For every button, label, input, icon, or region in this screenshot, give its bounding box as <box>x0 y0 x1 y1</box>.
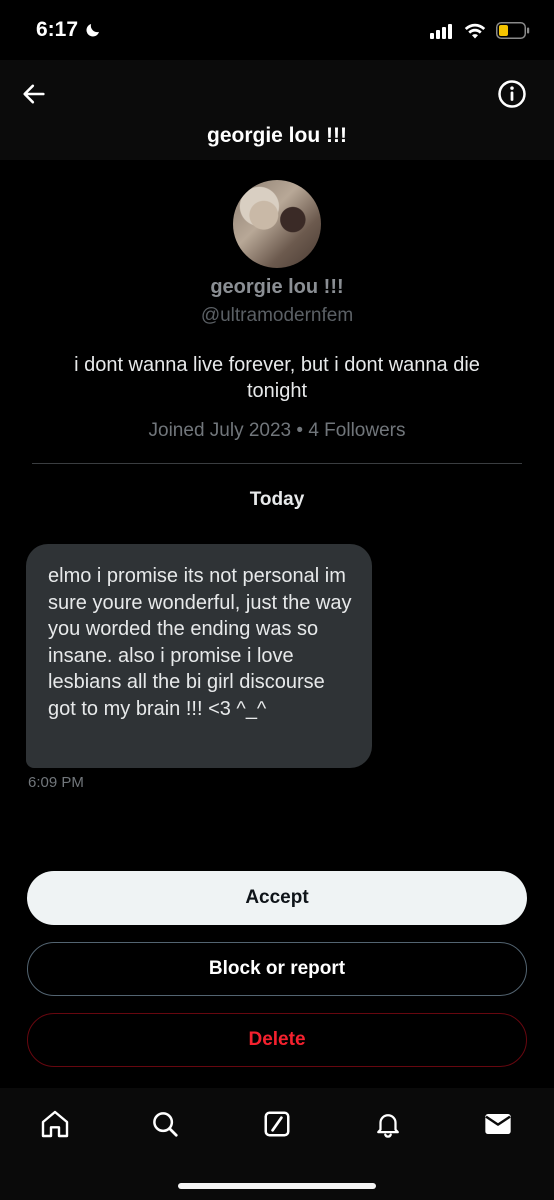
accept-button[interactable]: Accept <box>27 871 527 925</box>
nav-grok[interactable] <box>259 1106 295 1142</box>
status-indicators <box>430 22 530 39</box>
nav-notifications[interactable] <box>370 1106 406 1142</box>
nav-messages[interactable] <box>480 1106 516 1142</box>
info-button[interactable] <box>496 78 528 110</box>
back-button[interactable] <box>16 76 52 112</box>
nav-home[interactable] <box>37 1106 73 1142</box>
bell-icon <box>377 1114 399 1138</box>
nav-search[interactable] <box>147 1106 183 1142</box>
info-icon <box>498 80 526 108</box>
block-or-report-button[interactable]: Block or report <box>27 942 527 996</box>
status-time-text: 6:17 <box>36 18 79 41</box>
date-label: Today <box>249 489 305 510</box>
home-icon <box>41 1110 69 1138</box>
signal-icon <box>430 23 452 39</box>
home-indicator <box>178 1183 376 1189</box>
profile-handle: @ultramodernfem <box>200 305 354 326</box>
delete-button[interactable]: Delete <box>27 1013 527 1067</box>
header-title: georgie lou !!! <box>207 124 347 147</box>
avatar[interactable] <box>233 180 321 268</box>
mail-icon <box>485 1114 511 1134</box>
message-text: elmo i promise its not personal im sure … <box>48 565 352 720</box>
divider <box>32 463 522 464</box>
profile-meta: Joined July 2023 • 4 Followers <box>148 420 406 441</box>
grok-icon <box>264 1111 290 1137</box>
status-time: 6:17 <box>36 18 102 42</box>
arrow-left-icon <box>23 84 45 104</box>
battery-icon <box>496 22 530 39</box>
profile-bio: i dont wanna live forever, but i dont wa… <box>74 354 480 402</box>
message-timestamp: 6:09 PM <box>28 774 84 791</box>
moon-icon <box>86 24 100 37</box>
message-bubble[interactable]: elmo i promise its not personal im sure … <box>26 544 372 768</box>
search-icon <box>153 1112 178 1137</box>
profile-name: georgie lou !!! <box>210 276 344 298</box>
wifi-icon <box>464 23 486 38</box>
